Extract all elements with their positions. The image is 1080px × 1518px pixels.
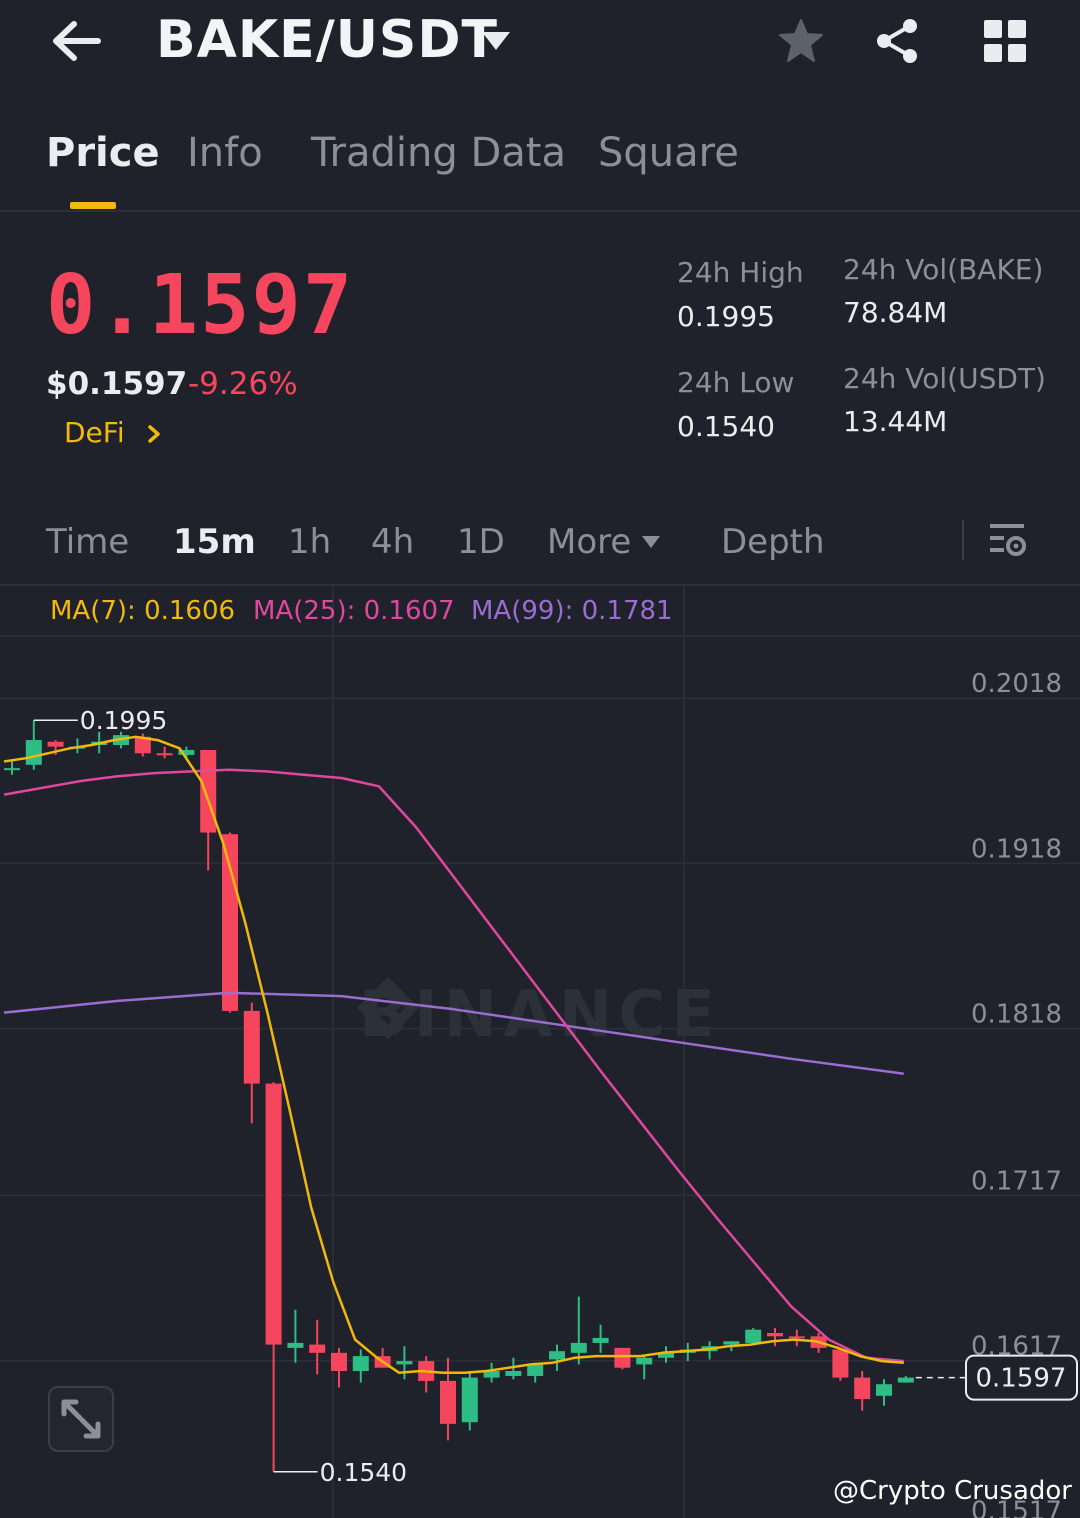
high-value: 0.1995 [677,300,775,333]
candle-body [549,1351,565,1360]
divider [962,520,964,560]
last-price-label: 0.1597 [976,1364,1067,1394]
candle-body [396,1361,413,1365]
candle-body [47,741,64,747]
interval-4h[interactable]: 4h [371,522,414,562]
y-tick-label: 0.1818 [971,1000,1062,1030]
ma7-label: MA(7): 0.1606 [50,596,236,626]
candle-body [243,1010,260,1084]
ma-legend: MA(7): 0.1606 MA(25): 0.1607 MA(99): 0.1… [0,586,1080,636]
candle-body [527,1364,544,1376]
low-marker-label: 0.1540 [320,1458,407,1487]
expand-chart-icon[interactable] [48,1386,114,1452]
chart-settings-icon[interactable] [986,518,1030,562]
interval-15m[interactable]: 15m [173,522,256,562]
interval-1h[interactable]: 1h [288,522,331,562]
candle-body [222,834,238,1011]
last-price: 0.1597 [46,258,355,353]
low-value: 0.1540 [677,410,775,443]
tab-trading-data[interactable]: Trading Data [311,130,566,176]
candle-body [570,1342,587,1353]
interval-more[interactable]: More [547,522,631,562]
high-marker-label: 0.1995 [80,706,167,735]
high-label: 24h High [677,256,804,289]
candle-body [352,1356,369,1371]
candle-body [614,1347,631,1368]
vol-base-value: 78.84M [843,296,948,329]
ma25-line [3,768,904,1363]
candle-body [832,1349,849,1378]
depth-tab[interactable]: Depth [721,522,825,562]
candle-body [309,1344,326,1353]
y-tick-label: 0.1918 [971,834,1062,864]
candle-body [897,1377,914,1383]
caret-down-icon[interactable] [640,534,662,550]
candle-body [592,1337,609,1343]
vol-base-label: 24h Vol(BAKE) [843,253,1044,286]
chart-canvas: 0.20180.19180.18180.17170.16170.1517BINA… [0,586,1080,1518]
candle-body [440,1380,456,1424]
interval-1d[interactable]: 1D [457,522,505,562]
share-icon[interactable] [872,16,922,66]
caret-down-icon[interactable] [478,28,514,54]
candle-body [854,1377,871,1400]
credit-watermark: @Crypto Crusador [832,1476,1072,1506]
y-tick-label: 0.1717 [971,1166,1062,1196]
main-tabs: Price Info Trading Data Square [0,100,1080,212]
chevron-right-icon[interactable] [146,422,164,446]
tab-square[interactable]: Square [598,130,739,176]
back-arrow-icon[interactable] [48,18,104,64]
price-usd: $0.1597 [46,366,188,402]
candle-body [767,1333,783,1337]
candle-body [25,740,42,765]
ma25-label: MA(25): 0.1607 [253,596,455,626]
interval-bar: Time 15m 1h 4h 1D More Depth [0,500,1080,586]
candle-body [745,1329,762,1343]
ma99-label: MA(99): 0.1781 [471,596,673,626]
grid-icon[interactable] [982,18,1028,64]
candle-body [788,1336,805,1339]
candle-body [4,768,20,771]
candlestick-chart[interactable]: 0.2018 0.1918 0.1818 0.1717 0.1617 0.1517 BINA… [0,586,1080,1518]
interval-time[interactable]: Time [46,522,129,562]
active-tab-indicator [70,202,116,209]
candle-body [156,753,173,756]
category-tag[interactable]: DeFi [64,416,125,449]
tab-info[interactable]: Info [187,130,263,176]
vol-quote-label: 24h Vol(USDT) [843,362,1046,395]
price-change: -9.26% [188,366,298,402]
candle-body [636,1357,653,1365]
candle-body [876,1384,892,1396]
y-tick-label: 0.2018 [971,669,1062,699]
star-icon[interactable] [776,16,826,66]
candle-body [505,1371,522,1376]
candle-body [723,1341,740,1345]
candle-body [265,1083,282,1345]
pair-title[interactable]: BAKE/USDT [156,10,498,70]
candle-body [287,1342,304,1348]
vol-quote-value: 13.44M [843,405,948,438]
candle-body [331,1352,347,1371]
top-bar: BAKE/USDT [0,0,1080,90]
candle-body [461,1377,478,1423]
tab-price[interactable]: Price [46,130,160,176]
low-label: 24h Low [677,366,795,399]
